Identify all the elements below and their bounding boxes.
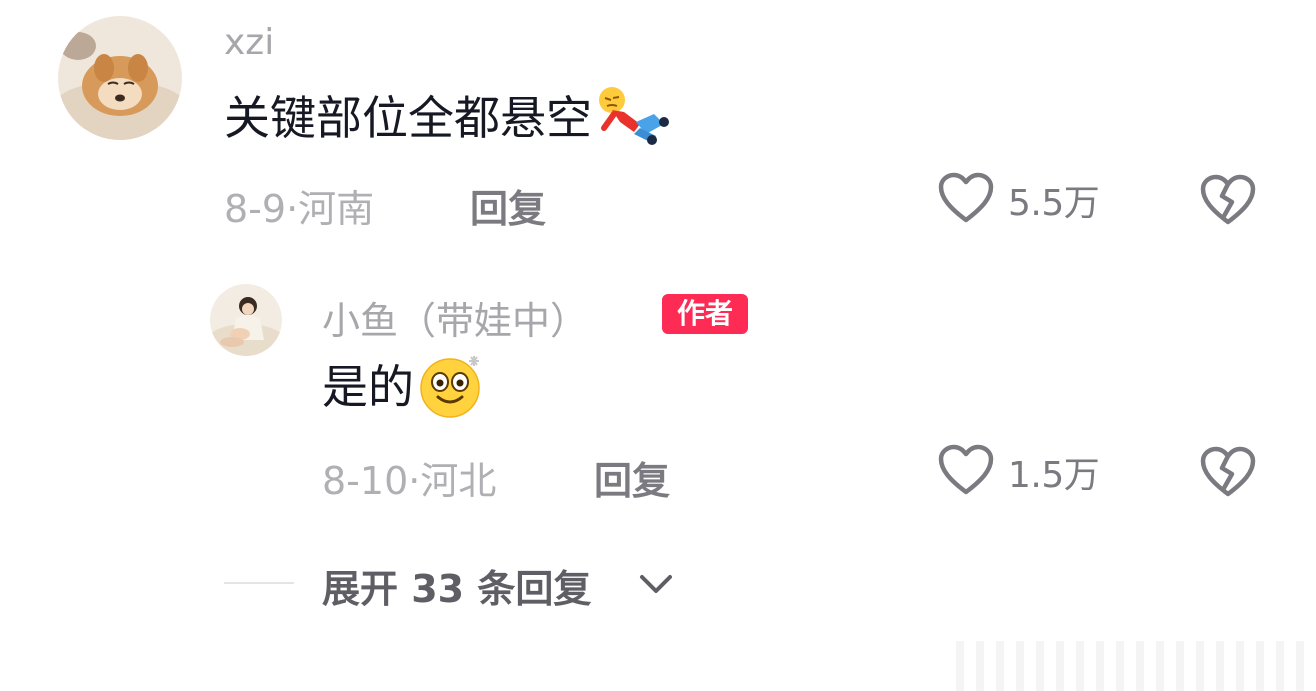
comment-like-button[interactable]: 5.5万 <box>938 172 1100 228</box>
chevron-down-icon[interactable] <box>638 572 674 600</box>
broken-heart-icon <box>1200 446 1256 502</box>
heart-outline-icon <box>938 444 994 500</box>
expand-divider <box>224 582 294 584</box>
expand-replies-button[interactable]: 展开 33 条回复 <box>322 558 591 613</box>
author-badge: 作者 <box>662 294 749 334</box>
reply-text: 是的 <box>322 360 414 414</box>
reply-reply-button[interactable]: 回复 <box>594 450 670 505</box>
reply-dislike-button[interactable] <box>1200 446 1256 498</box>
comment-reply-button[interactable]: 回复 <box>470 178 546 233</box>
comment-thread: xzi 关键部位全都悬空 8-9·河南 回复 5.5万 小鱼（带娃中） 作者 是… <box>0 0 1316 691</box>
reply-like-button[interactable]: 1.5万 <box>938 444 1100 500</box>
dizzy-smile-emoji-icon <box>416 350 488 418</box>
lying-down-person-emoji-icon <box>594 84 670 146</box>
replier-username[interactable]: 小鱼（带娃中） <box>322 290 588 345</box>
heart-outline-icon <box>938 172 994 228</box>
commenter-username[interactable]: xzi <box>224 22 274 63</box>
watermark-strip <box>956 641 1316 691</box>
comment-text: 关键部位全都悬空 <box>224 91 592 145</box>
comment-dislike-button[interactable] <box>1200 174 1256 226</box>
broken-heart-icon <box>1200 174 1256 230</box>
commenter-avatar[interactable] <box>58 16 182 140</box>
comment-date-location: 8-9·河南 <box>224 187 375 231</box>
reply-date-location: 8-10·河北 <box>322 459 497 503</box>
replier-avatar[interactable] <box>210 284 282 356</box>
reply-like-count: 1.5万 <box>1008 455 1100 496</box>
comment-body: 关键部位全都悬空 <box>224 84 670 146</box>
comment-like-count: 5.5万 <box>1008 183 1100 224</box>
reply-body: 是的 <box>322 350 488 418</box>
